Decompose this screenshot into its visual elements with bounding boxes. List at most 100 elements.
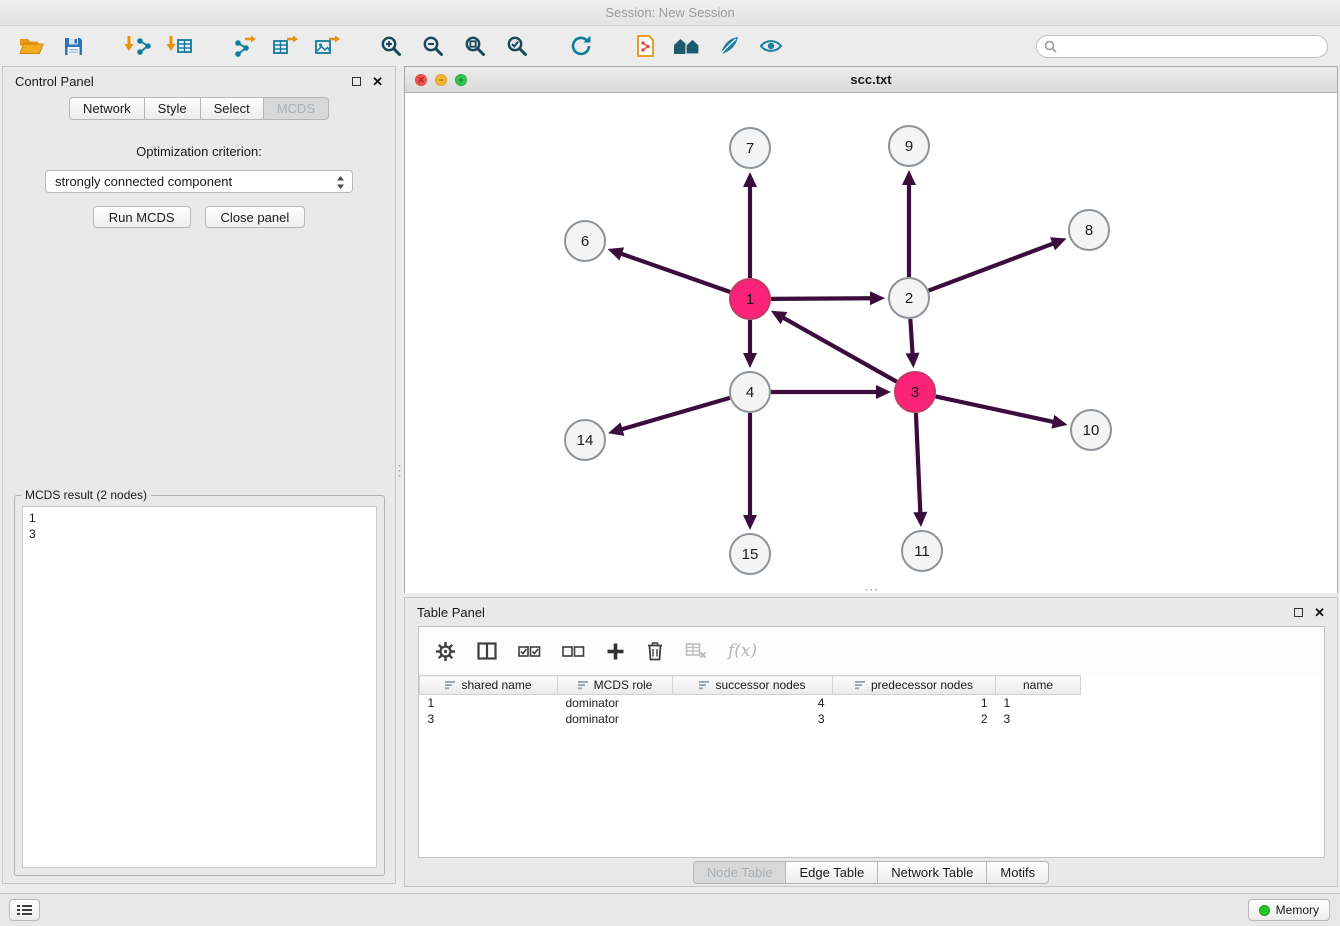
node-15[interactable]: 15 [730, 534, 770, 574]
column-header-name[interactable]: name [996, 676, 1081, 695]
apply-layout-icon[interactable] [560, 31, 602, 61]
tab-network[interactable]: Network [69, 97, 145, 120]
edge-3-11[interactable] [916, 413, 920, 514]
svg-text:11: 11 [914, 543, 930, 560]
float-panel-icon[interactable] [352, 77, 361, 86]
tab-node-table[interactable]: Node Table [693, 861, 787, 884]
edge-3-10[interactable] [936, 396, 1055, 422]
show-panels-button[interactable] [9, 899, 40, 921]
node-7[interactable]: 7 [730, 128, 770, 168]
table-cell[interactable]: 3 [420, 711, 558, 727]
node-11[interactable]: 11 [902, 531, 942, 571]
vertical-splitter-handle[interactable]: ⋮ [395, 455, 404, 485]
close-panel-icon[interactable]: ✕ [372, 75, 383, 88]
table-cell[interactable]: 1 [420, 695, 558, 711]
edge-3-1[interactable] [782, 317, 896, 382]
maximize-window-icon[interactable]: + [455, 74, 467, 86]
zoom-selected-icon[interactable] [496, 31, 538, 61]
node-table-container: f(x) shared name MCDS role successor nod… [418, 626, 1325, 858]
import-network-icon[interactable] [116, 31, 158, 61]
table-panel-header: Table Panel ✕ [405, 598, 1337, 626]
save-session-icon[interactable] [52, 31, 94, 61]
export-image-icon[interactable] [306, 31, 348, 61]
optimization-criterion-select[interactable]: strongly connected component [45, 170, 353, 193]
node-4[interactable]: 4 [730, 372, 770, 412]
titlebar: Session: New Session [0, 0, 1340, 26]
tab-style[interactable]: Style [144, 97, 201, 120]
criterion-value: strongly connected component [55, 174, 232, 189]
control-panel-title: Control Panel [15, 74, 94, 89]
close-panel-button[interactable]: Close panel [205, 206, 306, 228]
zoom-out-icon[interactable] [412, 31, 454, 61]
search-field[interactable] [1036, 35, 1328, 58]
node-8[interactable]: 8 [1069, 210, 1109, 250]
edge-2-8[interactable] [929, 243, 1055, 291]
memory-button[interactable]: Memory [1248, 899, 1330, 921]
edge-1-6[interactable] [620, 253, 730, 292]
show-graphics-details-icon[interactable] [750, 31, 792, 61]
apply-style-icon[interactable] [708, 31, 750, 61]
edge-arrowhead [870, 291, 885, 305]
node-6[interactable]: 6 [565, 221, 605, 261]
table-row[interactable]: 1dominator411 [420, 695, 1081, 711]
table-cell[interactable]: 1 [996, 695, 1081, 711]
add-row-icon[interactable] [606, 642, 625, 661]
node-9[interactable]: 9 [889, 126, 929, 166]
export-table-icon[interactable] [264, 31, 306, 61]
table-settings-icon[interactable] [435, 641, 456, 662]
column-header-predecessor-nodes[interactable]: predecessor nodes [833, 676, 996, 695]
table-cell[interactable]: 3 [673, 711, 833, 727]
combo-arrows-icon [336, 175, 345, 193]
edge-arrowhead [608, 247, 624, 260]
mcds-result-title: MCDS result (2 nodes) [21, 488, 151, 502]
network-view-titlebar[interactable]: ✕ − + scc.txt [405, 67, 1337, 93]
edge-1-2[interactable] [771, 298, 872, 299]
zoom-in-icon[interactable] [370, 31, 412, 61]
tab-edge-table[interactable]: Edge Table [785, 861, 878, 884]
tab-mcds[interactable]: MCDS [263, 97, 329, 120]
node-1[interactable]: 1 [730, 279, 770, 319]
svg-text:8: 8 [1085, 222, 1093, 239]
node-14[interactable]: 14 [565, 420, 605, 460]
table-cell[interactable]: 1 [833, 695, 996, 711]
tab-network-table[interactable]: Network Table [877, 861, 987, 884]
zoom-fit-icon[interactable] [454, 31, 496, 61]
edge-4-14[interactable] [621, 398, 730, 430]
import-table-icon[interactable] [158, 31, 200, 61]
horizontal-splitter-handle[interactable]: ⋯ [856, 584, 886, 594]
select-all-icon[interactable] [518, 644, 541, 659]
tab-select[interactable]: Select [200, 97, 264, 120]
delete-row-icon[interactable] [646, 641, 664, 661]
edge-2-3[interactable] [910, 319, 912, 355]
table-cell[interactable]: 4 [673, 695, 833, 711]
edge-arrowhead [743, 515, 757, 530]
column-header-mcds-role[interactable]: MCDS role [558, 676, 673, 695]
node-10[interactable]: 10 [1071, 410, 1111, 450]
close-table-panel-icon[interactable]: ✕ [1314, 606, 1325, 619]
ndex-icon[interactable] [666, 31, 708, 61]
open-file-icon[interactable] [10, 31, 52, 61]
show-columns-icon[interactable] [477, 642, 497, 660]
table-row[interactable]: 3dominator323 [420, 711, 1081, 727]
deselect-all-icon[interactable] [562, 644, 585, 659]
search-input[interactable] [1036, 35, 1328, 58]
delete-table-icon [685, 642, 707, 660]
run-mcds-button[interactable]: Run MCDS [93, 206, 191, 228]
tab-motifs[interactable]: Motifs [986, 861, 1049, 884]
import-styles-icon[interactable] [624, 31, 666, 61]
table-cell[interactable]: 3 [996, 711, 1081, 727]
minimize-window-icon[interactable]: − [435, 74, 447, 86]
mcds-result-list[interactable]: 13 [22, 506, 377, 868]
network-view-window: ✕ − + scc.txt 7 9 6 8 1 2 4 3 14 10 15 11 [404, 66, 1338, 593]
network-canvas[interactable]: 7 9 6 8 1 2 4 3 14 10 15 11 [405, 94, 1337, 593]
table-cell[interactable]: dominator [558, 711, 673, 727]
column-header-shared-name[interactable]: shared name [420, 676, 558, 695]
table-cell[interactable]: 2 [833, 711, 996, 727]
table-cell[interactable]: dominator [558, 695, 673, 711]
node-2[interactable]: 2 [889, 278, 929, 318]
export-network-icon[interactable] [222, 31, 264, 61]
float-table-panel-icon[interactable] [1294, 608, 1303, 617]
close-window-icon[interactable]: ✕ [415, 74, 427, 86]
column-header-successor-nodes[interactable]: successor nodes [673, 676, 833, 695]
node-3[interactable]: 3 [895, 372, 935, 412]
